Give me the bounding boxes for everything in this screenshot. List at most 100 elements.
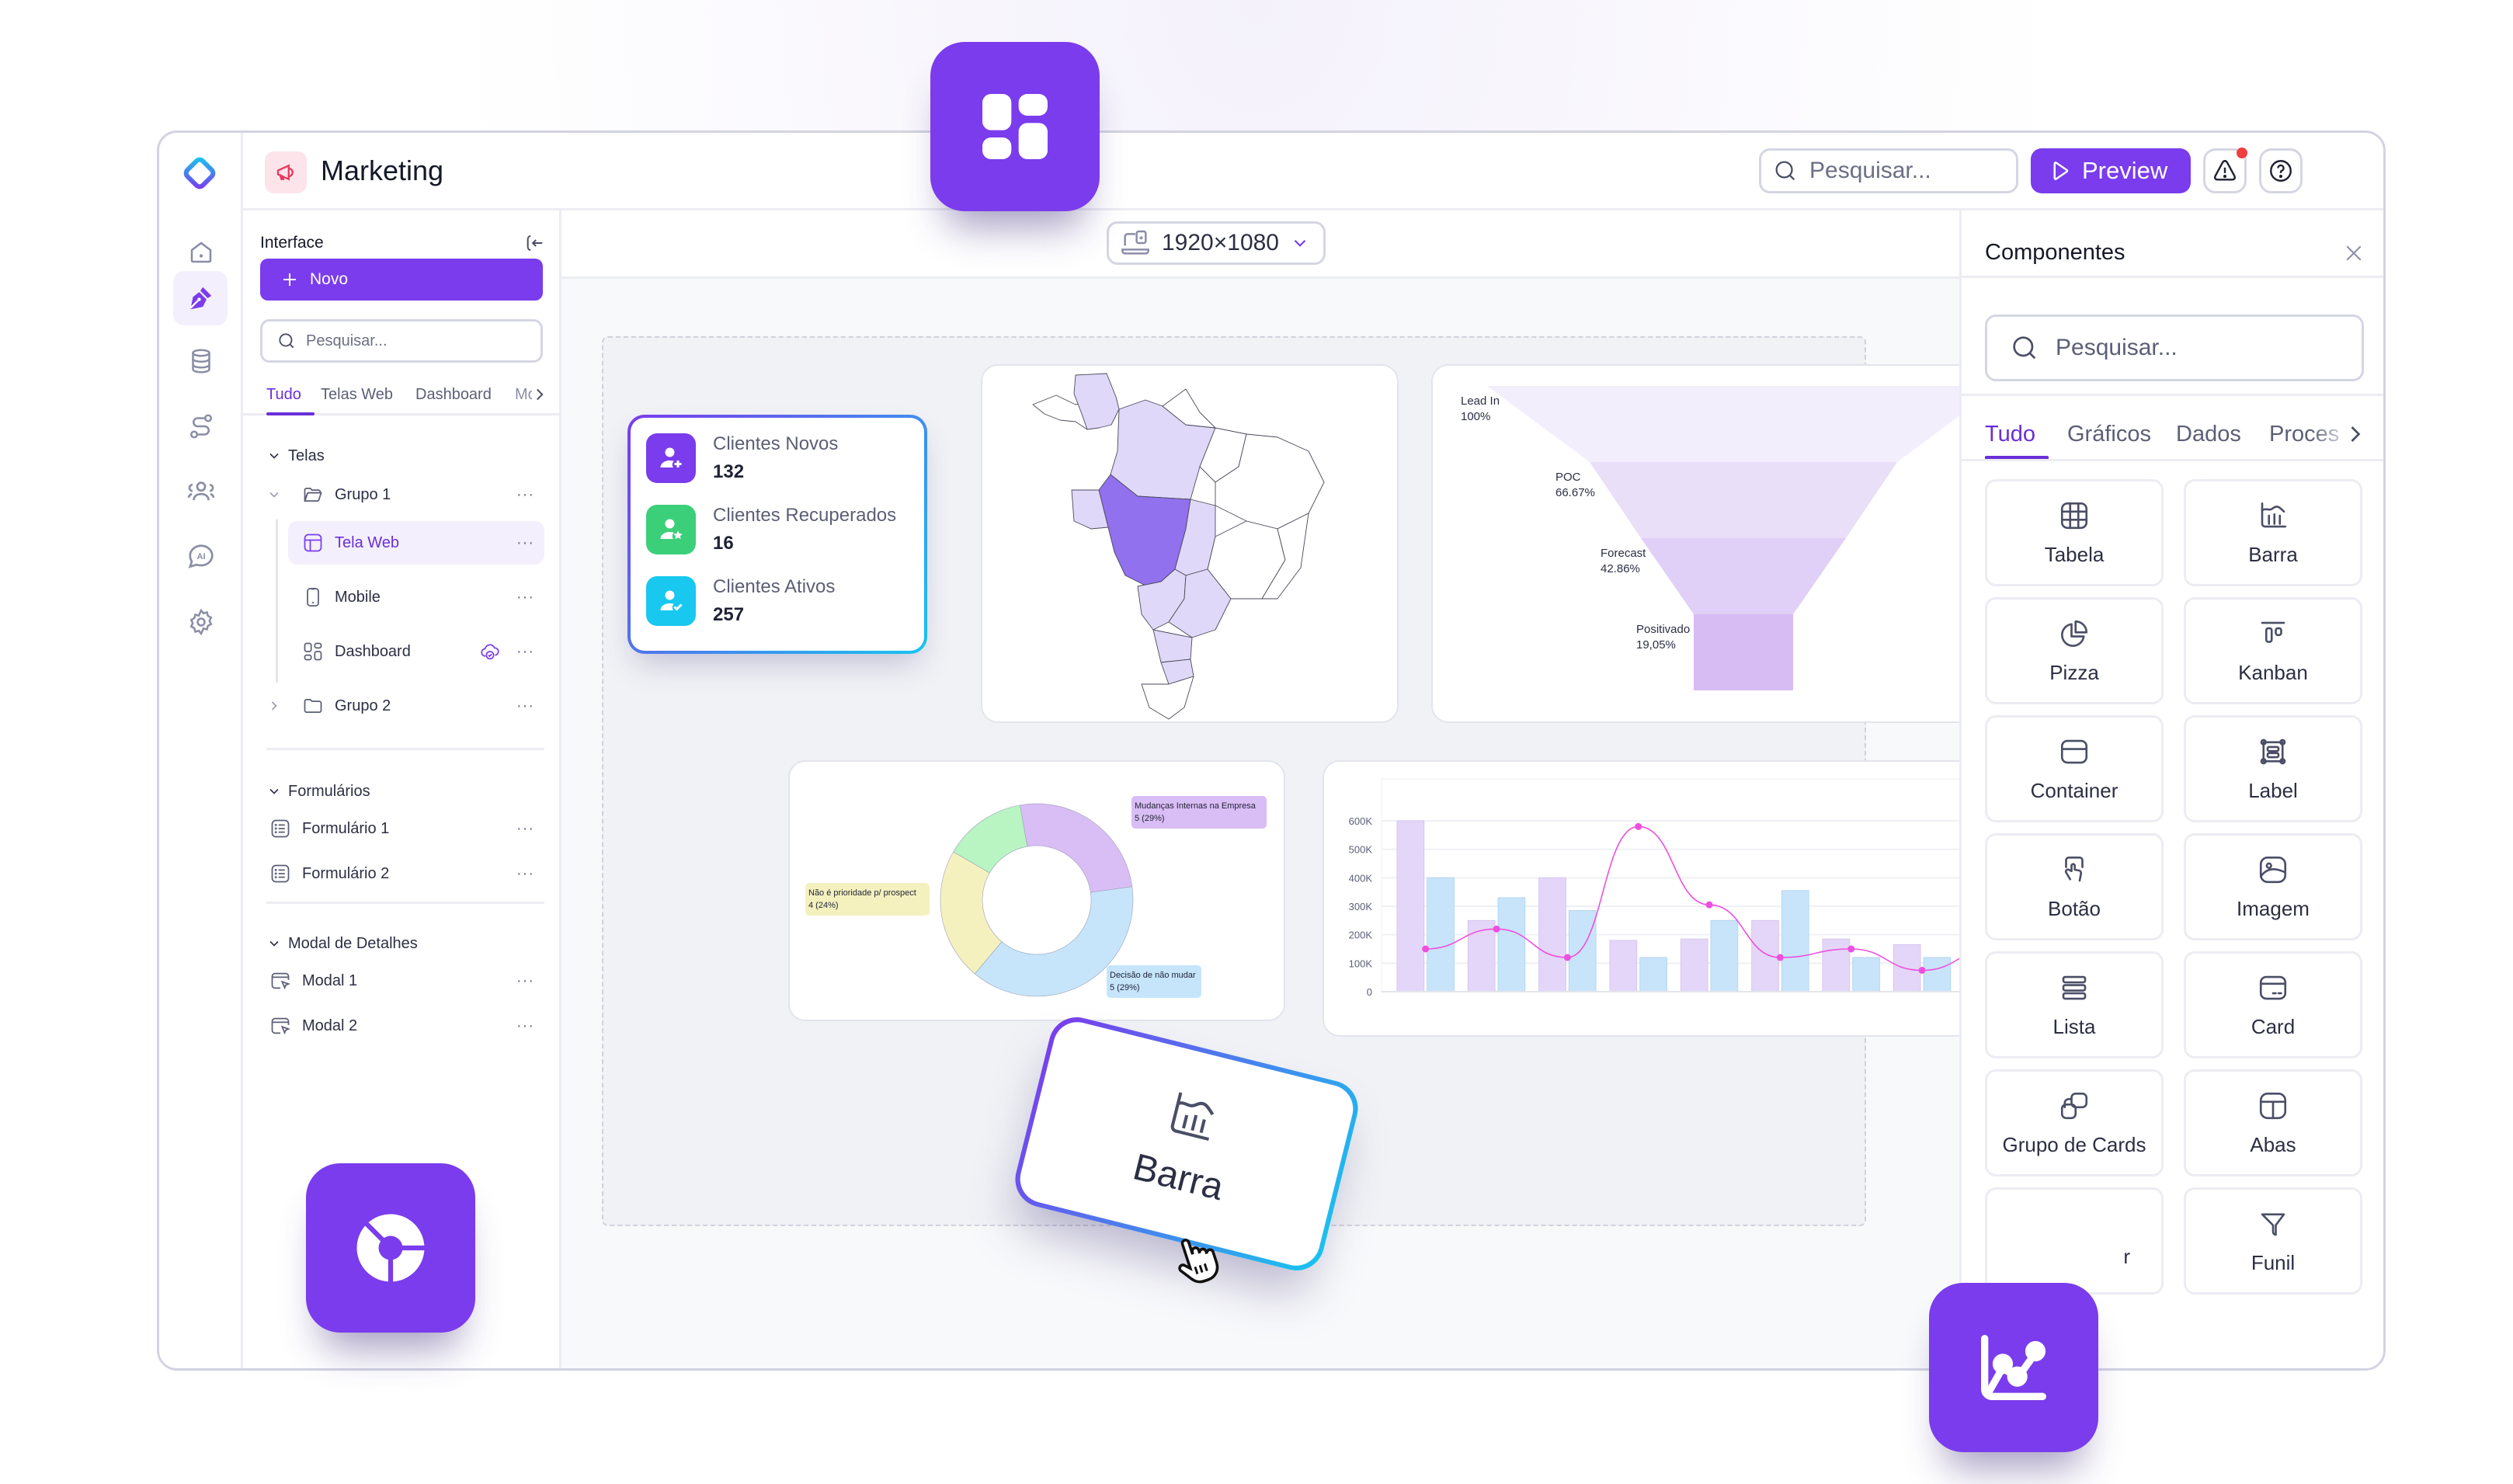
funnel-stage-label: Positivado [1636,623,1690,636]
component-container[interactable]: Container [1985,715,2164,822]
component-pie-chart[interactable]: Pizza [1985,597,2164,704]
components-search-input[interactable]: Pesquisar... [1985,315,2364,381]
component-tabs[interactable]: Abas [2184,1069,2362,1176]
component-list[interactable]: Lista [1985,951,2164,1058]
table-icon [2060,502,2088,529]
megaphone-icon [265,151,307,193]
section-divider [266,902,544,904]
section-modal-detalhes[interactable]: Modal de Detalhes [243,923,559,964]
new-label: Novo [310,270,349,288]
component-table[interactable]: Tabela [1985,479,2164,586]
component-label: r [2123,1245,2130,1268]
tab-tudo[interactable]: Tudo [1985,422,2035,447]
trend-point [1847,945,1855,953]
funnel-stage [1641,538,1846,614]
panel-title: Componentes [1985,240,2125,265]
database-icon[interactable] [178,338,224,384]
preview-button[interactable]: Preview [2031,148,2191,193]
component-image[interactable]: Imagem [2184,833,2362,940]
section-formularios[interactable]: Formulários [243,771,559,812]
card-group-icon [2060,1092,2088,1119]
component-label: Barra [2248,542,2298,566]
tree-item-grupo-2[interactable]: Grupo 2 ··· [243,686,559,726]
ai-chat-icon[interactable]: AI [178,533,224,580]
workflow-icon[interactable] [178,403,224,450]
kpi-card[interactable]: Clientes Novos 132 Clientes Recuperados 16… [627,415,927,654]
map-widget[interactable] [981,364,1399,723]
more-options-icon[interactable]: ··· [516,865,534,883]
tree-item-formulario-1[interactable]: Formulário 1 ··· [243,808,559,849]
global-search-input[interactable]: Pesquisar... [1759,148,2018,193]
tab-dados[interactable]: Dados [2176,422,2241,447]
collapse-sidebar-icon[interactable] [524,232,546,258]
bar-chart-widget[interactable]: 0 100K 200K 300K 400K 500K 600K [1323,760,2052,1037]
sidebar-search-input[interactable]: Pesquisar... [260,319,543,363]
bar-series-b [1427,877,1455,992]
y-tick-label: 0 [1367,986,1372,998]
component-label[interactable]: Label [2184,715,2362,822]
component-label: Pizza [2049,660,2099,684]
section-telas[interactable]: Telas [243,436,559,476]
close-icon[interactable] [2342,242,2365,269]
plus-icon [283,273,296,286]
more-options-icon[interactable]: ··· [516,697,534,715]
tab-processos[interactable]: Proces [2269,422,2339,447]
app-title: Marketing [321,155,444,186]
item-label: Mobile [335,588,381,606]
resolution-value: 1920×1080 [1162,230,1279,255]
component-kanban[interactable]: Kanban [2184,597,2362,704]
bar-series-b [1923,957,1952,992]
tabs-scroll-right-icon[interactable] [2347,420,2364,452]
tree-item-tela-web[interactable]: Tela Web ··· [243,523,559,563]
panel-divider [1962,394,2383,396]
tree-item-modal-2[interactable]: Modal 2 ··· [243,1006,559,1046]
trend-point [1776,954,1784,961]
list-icon [2062,975,2087,999]
home-icon[interactable] [178,229,224,276]
more-options-icon[interactable]: ··· [516,486,534,504]
tree-item-formulario-2[interactable]: Formulário 2 ··· [243,853,559,894]
search-placeholder: Pesquisar... [1809,158,1931,183]
pen-tool-icon[interactable] [173,271,228,325]
more-options-icon[interactable]: ··· [516,820,534,838]
tab-tudo[interactable]: Tudo [266,386,301,404]
component-funnel[interactable]: Funil [2184,1187,2362,1295]
more-options-icon[interactable]: ··· [516,972,534,990]
state [1152,629,1193,663]
bar-chart-icon [1170,1091,1215,1141]
more-options-icon[interactable]: ··· [516,589,534,606]
component-card-group[interactable]: Grupo de Cards [1985,1069,2164,1176]
donut-chart-widget[interactable]: Mudanças Internas na Empresa 5 (29%) Decis… [788,760,1285,1021]
trend-point [1493,925,1500,933]
bar-series-b [1568,910,1597,992]
tab-graficos[interactable]: Gráficos [2067,422,2151,447]
tree-item-mobile[interactable]: Mobile ··· [243,577,559,617]
donut-label: Mudanças Internas na Empresa [1135,801,1256,811]
state [1141,676,1194,720]
component-hidden[interactable]: r [1985,1187,2164,1295]
more-options-icon[interactable]: ··· [516,643,534,661]
component-label: Container [2030,778,2118,802]
resolution-select[interactable]: 1920×1080 [1107,221,1326,265]
component-bar-chart[interactable]: Barra [2184,479,2362,586]
more-options-icon[interactable]: ··· [516,1017,534,1035]
tabs-scroll-right-icon[interactable] [532,384,547,408]
more-options-icon[interactable]: ··· [516,534,534,552]
tab-telas-web[interactable]: Telas Web [321,386,393,404]
tree-item-dashboard[interactable]: Dashboard ··· [243,631,559,672]
component-button[interactable]: Botão [1985,833,2164,940]
tab-dashboard[interactable]: Dashboard [415,386,492,404]
users-icon[interactable] [178,468,224,515]
alerts-button[interactable] [2203,148,2247,193]
item-label: Formulário 2 [302,864,390,882]
tree-item-grupo-1[interactable]: Grupo 1 ··· [243,474,559,515]
mobile-icon [302,586,324,608]
donut-label-value: 5 (29%) [1110,983,1140,992]
tree-item-modal-1[interactable]: Modal 1 ··· [243,961,559,1001]
settings-icon[interactable] [178,599,224,645]
y-tick-label: 300K [1349,901,1373,912]
new-button[interactable]: Novo [260,259,543,301]
help-button[interactable] [2259,148,2303,193]
component-card[interactable]: Card [2184,951,2362,1058]
tab-more[interactable]: Mo [515,386,532,404]
